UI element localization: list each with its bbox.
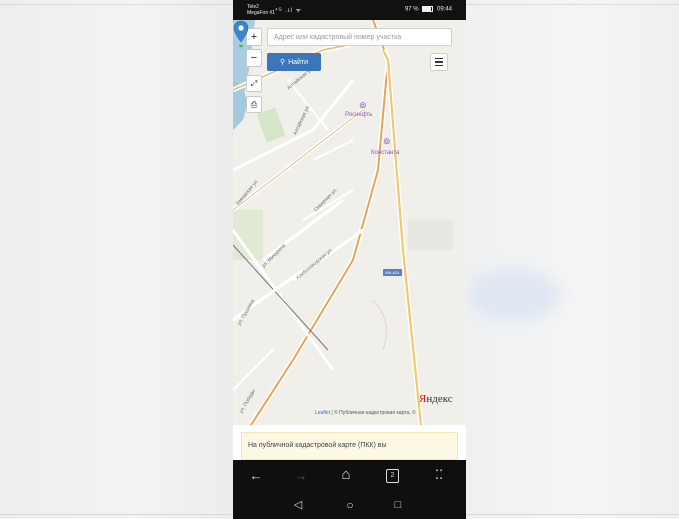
print-icon[interactable]: ⎙ [246, 96, 262, 113]
operator-label: Tele2 MegaFon #1 [247, 4, 275, 16]
battery-percent: 97 % [404, 6, 419, 13]
map-view[interactable]: + − ⤢ ⎙ Адрес или кадастровый номер учас… [233, 20, 466, 425]
info-section: На публичной кадастровой карте (ПКК) вы [233, 425, 466, 460]
find-button-label: Найти [288, 58, 309, 66]
blurred-background-right [466, 0, 679, 519]
blurred-background-left [0, 0, 233, 519]
road-number-badge: ИЖ-631 [383, 269, 402, 276]
home-icon[interactable]: ⌂ [336, 467, 356, 482]
yandex-logo-rest: ндекс [426, 393, 453, 405]
phone-screen: Tele2 MegaFon #1 ⁴ᴳ .ıl ᯤ 97 % 09:44 + −… [233, 0, 466, 519]
battery-icon [422, 6, 434, 12]
poi-label-konstanta[interactable]: Константа [371, 150, 400, 156]
location-pin-icon[interactable] [233, 20, 249, 50]
more-menu-icon[interactable]: ⁚⁚ [429, 468, 449, 481]
clock: 09:44 [436, 6, 452, 13]
map-attribution: Leaflet | © Публичная кадастровая карта,… [315, 410, 416, 416]
browser-navigation-bar: ← → ⌂ 2 ⁚⁚ ◁ ○ □ [233, 460, 466, 519]
yandex-logo: Яндекс [419, 393, 453, 405]
info-card: На публичной кадастровой карте (ПКК) вы [241, 432, 458, 460]
system-recent-apps-icon[interactable]: □ [388, 499, 408, 512]
system-back-icon[interactable]: ◁ [288, 499, 308, 512]
status-bar: Tele2 MegaFon #1 ⁴ᴳ .ıl ᯤ 97 % 09:44 [233, 0, 466, 20]
search-icon: ⚲ [279, 59, 286, 66]
system-home-icon[interactable]: ○ [340, 499, 360, 512]
fuel-station-icon[interactable]: ⊚ [359, 100, 367, 111]
attribution-text[interactable]: | © Публичная кадастровая карта, © [330, 410, 415, 416]
search-input[interactable]: Адрес или кадастровый номер участка [267, 28, 452, 46]
menu-line-icon [435, 64, 443, 67]
measure-ruler-icon[interactable]: ⤢ [246, 75, 262, 92]
menu-line-icon [435, 61, 443, 63]
leaflet-link[interactable]: Leaflet [315, 410, 330, 416]
zoom-out-button[interactable]: − [246, 49, 262, 67]
poi-label-rosneft[interactable]: Роснефть [345, 112, 372, 118]
map-tiles [233, 20, 466, 425]
status-right: 97 % 09:44 [405, 6, 452, 13]
fuel-station-icon[interactable]: ⊚ [383, 136, 391, 147]
menu-line-icon [435, 57, 443, 60]
forward-arrow-icon[interactable]: → [291, 469, 311, 482]
operator-line-2: MegaFon #1 [247, 10, 276, 16]
tabs-count-icon[interactable]: 2 [386, 469, 399, 483]
blurred-blob [470, 270, 560, 320]
signal-icon: ⁴ᴳ .ıl ᯤ [275, 8, 303, 14]
back-arrow-icon[interactable]: ← [246, 469, 266, 482]
layers-menu-button[interactable] [430, 53, 448, 71]
